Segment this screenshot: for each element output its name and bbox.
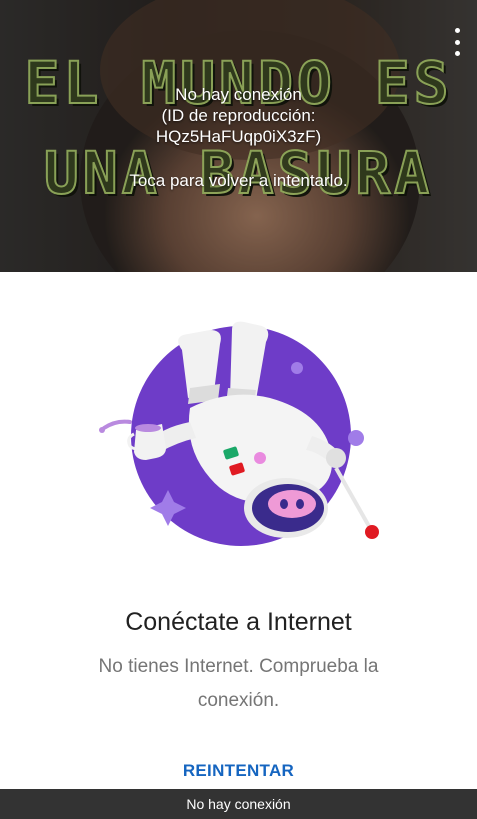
offline-title: Conéctate a Internet [125, 608, 352, 636]
playback-error[interactable]: No hay conexión (ID de reproducción: HQz… [0, 84, 477, 191]
playback-id-label: (ID de reproducción: [161, 106, 316, 125]
snackbar-message: No hay conexión [186, 796, 291, 812]
more-vert-icon[interactable] [451, 28, 463, 56]
astronaut-offline-icon [99, 321, 379, 546]
video-player[interactable]: EL MUNDO ES UNA BASURA No hay conexión (… [0, 0, 477, 272]
retry-hint: Toca para volver a intentarlo. [129, 171, 348, 190]
playback-id-value: HQz5HaFUqp0iX3zF) [155, 127, 322, 146]
retry-button[interactable]: REINTENTAR [163, 756, 314, 786]
error-message: No hay conexión [175, 85, 302, 104]
offline-subtitle: No tienes Internet. Comprueba la conexió… [98, 656, 379, 711]
snackbar: No hay conexión [0, 789, 477, 819]
